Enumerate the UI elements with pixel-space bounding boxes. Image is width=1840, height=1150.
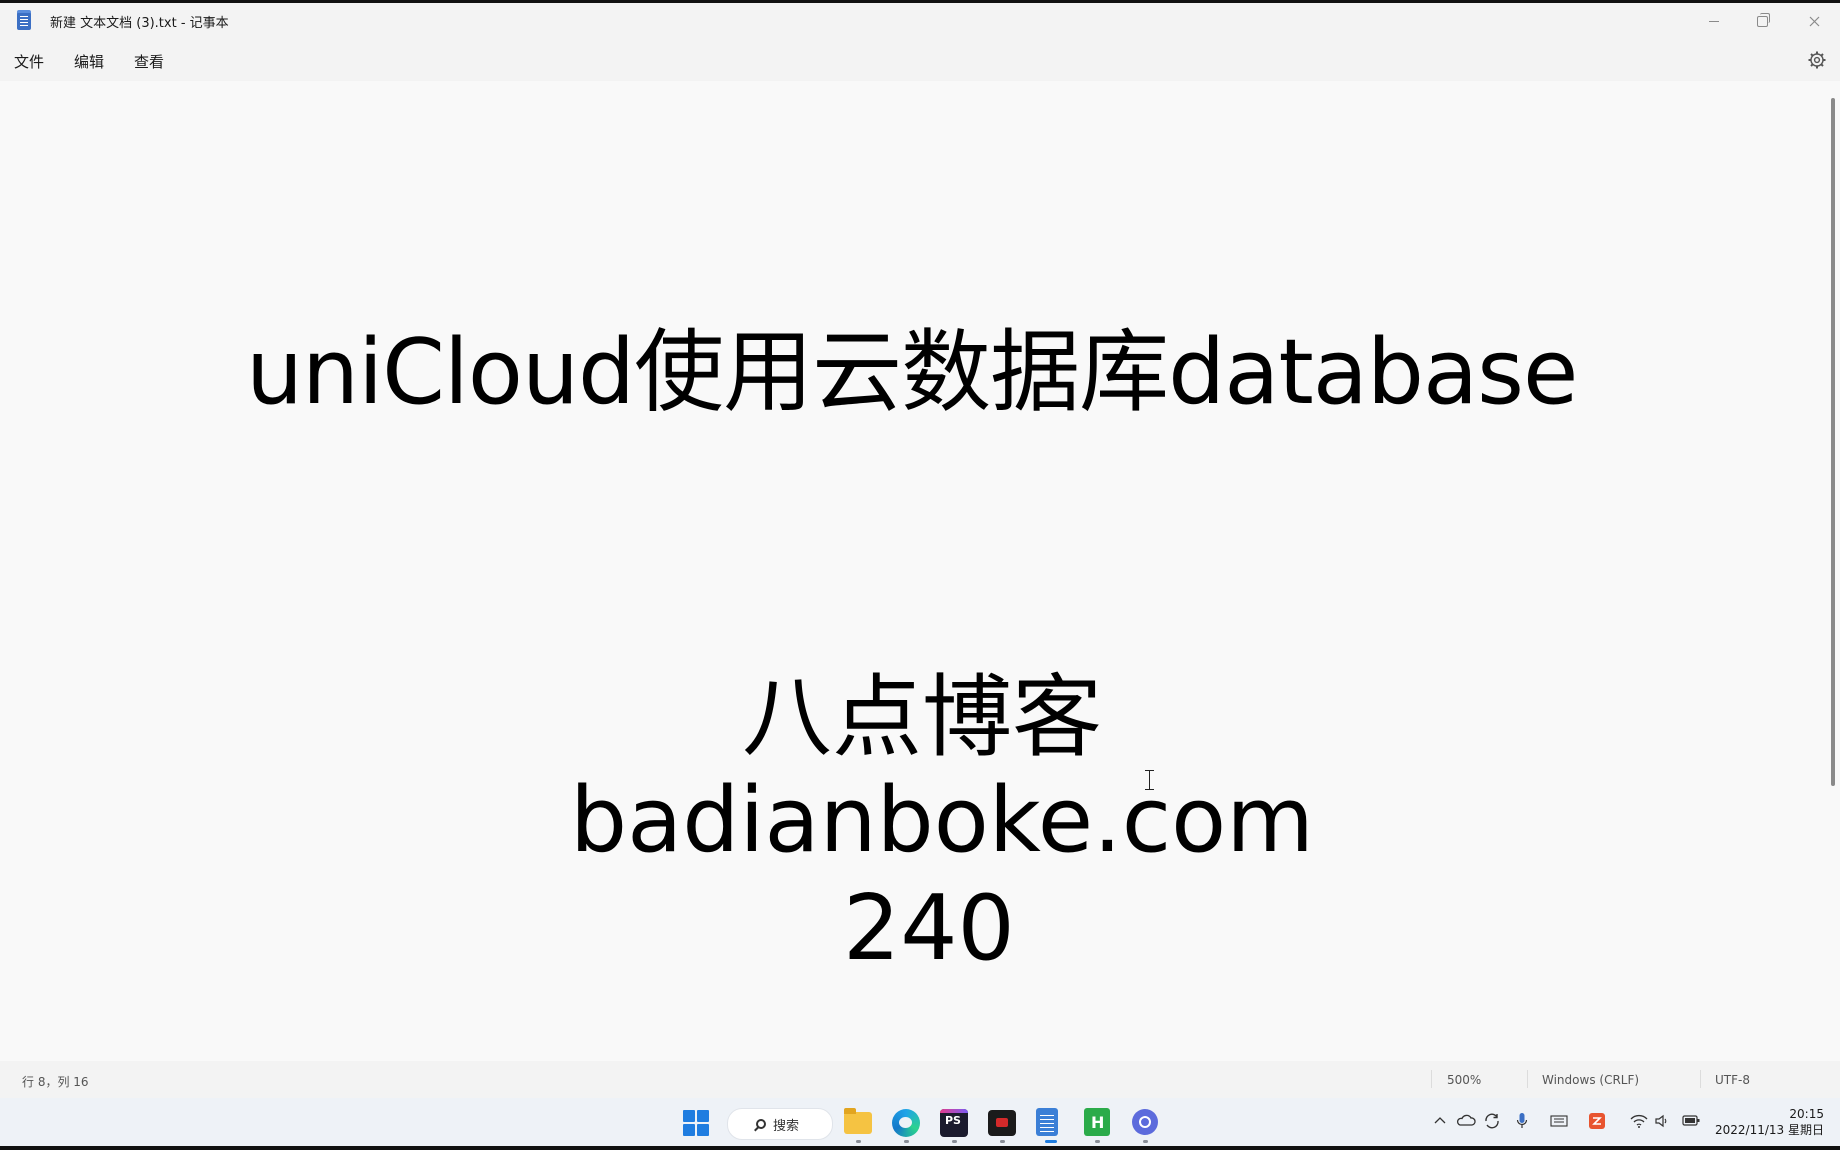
menu-bar: 文件 编辑 查看 [0, 39, 1840, 81]
system-clock[interactable]: 20:15 2022/11/13 星期日 [1712, 1106, 1824, 1138]
minimize-icon [1709, 20, 1719, 22]
encoding: UTF-8 [1715, 1073, 1750, 1087]
text-cursor-icon [1145, 770, 1154, 790]
taskbar: 搜索 PS H 20:15 2022/11/13 星期日 [0, 1098, 1840, 1146]
volume-icon[interactable] [1654, 1113, 1670, 1129]
sync-icon[interactable] [1483, 1112, 1501, 1130]
screen-recorder-icon[interactable] [988, 1110, 1016, 1136]
ime-icon[interactable] [1588, 1112, 1606, 1130]
running-indicator [1143, 1140, 1148, 1143]
menu-edit[interactable]: 编辑 [74, 49, 104, 74]
title-bar[interactable]: 新建 文本文档 (3).txt - 记事本 [0, 3, 1840, 39]
desktop-screen: 新建 文本文档 (3).txt - 记事本 文件 编辑 查看 uniCloud使… [0, 0, 1840, 1150]
windows-start-icon[interactable] [683, 1110, 709, 1136]
editor-line-3: badianboke.com [570, 768, 1314, 873]
running-indicator [1000, 1140, 1005, 1143]
running-indicator [904, 1140, 909, 1143]
cursor-position: 行 8，列 16 [22, 1075, 89, 1089]
taskbar-search-button[interactable]: 搜索 [727, 1108, 833, 1140]
app-icon[interactable] [1132, 1109, 1158, 1135]
clock-date: 2022/11/13 星期日 [1715, 1123, 1824, 1137]
vertical-scrollbar[interactable] [1831, 98, 1835, 786]
status-divider [1700, 1070, 1701, 1088]
wifi-icon[interactable] [1630, 1114, 1648, 1128]
window-title: 新建 文本文档 (3).txt - 记事本 [50, 16, 229, 31]
running-indicator [952, 1140, 957, 1143]
zoom-level: 500% [1447, 1073, 1482, 1087]
editor-line-2: 八点博客 [742, 665, 1102, 770]
status-bar: 行 8，列 16 500% Windows (CRLF) UTF-8 [0, 1061, 1840, 1098]
close-button[interactable] [1791, 6, 1837, 36]
editor-line-4: 240 [843, 876, 1015, 981]
phpstorm-icon[interactable] [940, 1109, 968, 1137]
search-label: 搜索 [773, 1118, 800, 1134]
bottom-edge [0, 1146, 1840, 1150]
restore-icon [1756, 12, 1770, 27]
microphone-icon[interactable] [1516, 1112, 1528, 1130]
menu-view[interactable]: 查看 [134, 49, 164, 74]
text-editor[interactable]: uniCloud使用云数据库database 八点博客 badianboke.c… [0, 81, 1840, 1061]
onedrive-cloud-icon[interactable] [1456, 1114, 1476, 1126]
maximize-button[interactable] [1739, 6, 1785, 36]
line-ending: Windows (CRLF) [1542, 1073, 1640, 1087]
status-divider [1527, 1070, 1528, 1088]
edge-browser-icon[interactable] [892, 1109, 920, 1137]
running-indicator [856, 1140, 861, 1143]
notepad-taskbar-icon[interactable] [1036, 1108, 1058, 1136]
keyboard-icon[interactable] [1550, 1113, 1568, 1129]
hbuilderx-icon[interactable] [1084, 1108, 1110, 1136]
status-divider [1431, 1070, 1432, 1088]
menu-file[interactable]: 文件 [14, 49, 44, 74]
settings-gear-icon[interactable] [1807, 50, 1827, 70]
editor-line-1: uniCloud使用云数据库database [246, 320, 1578, 425]
minimize-button[interactable] [1691, 6, 1737, 36]
file-explorer-icon[interactable] [844, 1108, 872, 1134]
notepad-app-icon [17, 10, 31, 30]
active-indicator [1045, 1140, 1057, 1143]
chevron-up-icon[interactable] [1434, 1116, 1446, 1124]
search-icon [756, 1119, 766, 1129]
clock-time: 20:15 [1789, 1107, 1824, 1121]
close-icon [1809, 16, 1819, 26]
battery-icon[interactable] [1681, 1113, 1701, 1127]
running-indicator [1095, 1140, 1100, 1143]
